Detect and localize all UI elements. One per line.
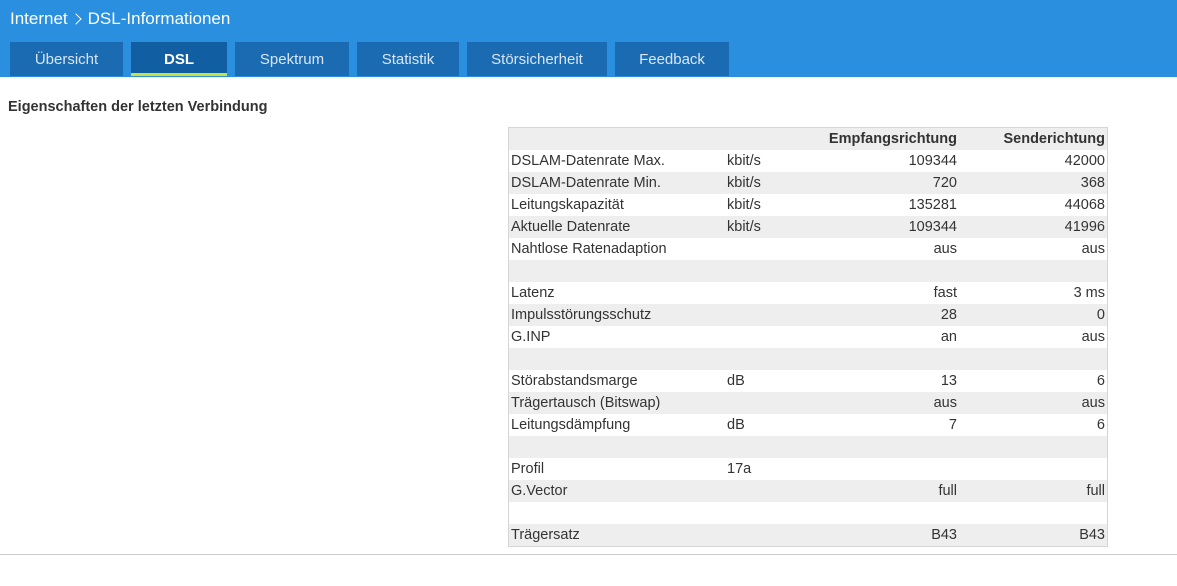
row-value-rx: 720: [932, 175, 957, 191]
row-value-rx: B43: [931, 527, 957, 543]
row-label: Trägertausch (Bitswap): [511, 395, 661, 411]
tab-uebersicht[interactable]: Übersicht: [10, 42, 123, 76]
table-row: Störabstandsmarge dB 13 6: [509, 370, 1107, 392]
table-row: DSLAM-Datenrate Min. kbit/s 720 368: [509, 172, 1107, 194]
chevron-right-icon: [69, 13, 82, 25]
row-label: Störabstandsmarge: [511, 373, 638, 389]
row-value-tx: full: [1086, 483, 1105, 499]
row-value-tx: 368: [1080, 175, 1105, 191]
table-row: [509, 260, 1107, 282]
tab-statistik[interactable]: Statistik: [357, 42, 459, 76]
row-unit: kbit/s: [727, 175, 761, 191]
row-value-tx: 0: [1096, 307, 1105, 323]
row-value-rx: 7: [948, 417, 957, 433]
row-unit: kbit/s: [727, 153, 761, 169]
row-label: Impulsstörungsschutz: [511, 307, 652, 323]
row-value-rx: full: [938, 483, 957, 499]
table-row: [509, 348, 1107, 370]
table-row: DSLAM-Datenrate Max. kbit/s 109344 42000: [509, 150, 1107, 172]
row-value-rx: 109344: [908, 219, 957, 235]
row-value-tx: 44068: [1064, 197, 1105, 213]
table-header-row: Empfangsrichtung Senderichtung: [509, 128, 1107, 150]
tab-stoersicherheit[interactable]: Störsicherheit: [467, 42, 607, 76]
row-value-rx: 13: [940, 373, 957, 389]
row-value-tx: 41996: [1064, 219, 1105, 235]
table-row: Aktuelle Datenrate kbit/s 109344 41996: [509, 216, 1107, 238]
table-row: Leitungsdämpfung dB 7 6: [509, 414, 1107, 436]
row-value-tx: 42000: [1064, 153, 1105, 169]
tab-spektrum[interactable]: Spektrum: [235, 42, 349, 76]
row-value-rx: an: [940, 329, 957, 345]
row-label: DSLAM-Datenrate Max.: [511, 153, 665, 169]
table-row: Latenz fast 3 ms: [509, 282, 1107, 304]
tab-dsl[interactable]: DSL: [131, 42, 227, 76]
table-row: [509, 502, 1107, 524]
row-value-rx: aus: [933, 241, 957, 257]
section-title: Eigenschaften der letzten Verbindung: [8, 99, 268, 115]
row-value-tx: 6: [1096, 417, 1105, 433]
dsl-info-table: Empfangsrichtung Senderichtung DSLAM-Dat…: [508, 127, 1108, 547]
row-value-tx: aus: [1081, 395, 1105, 411]
table-row: Nahtlose Ratenadaption aus aus: [509, 238, 1107, 260]
row-value-tx: 3 ms: [1073, 285, 1105, 301]
row-label: G.INP: [511, 329, 551, 345]
column-header-tx: Senderichtung: [1003, 131, 1105, 147]
row-value-rx: 28: [940, 307, 957, 323]
breadcrumb-current: DSL-Informationen: [87, 9, 231, 28]
row-value-tx: B43: [1079, 527, 1105, 543]
breadcrumb: Internet DSL-Informationen: [10, 8, 230, 30]
row-unit: dB: [727, 417, 745, 433]
row-label: Nahtlose Ratenadaption: [511, 241, 667, 257]
tab-feedback[interactable]: Feedback: [615, 42, 729, 76]
row-unit: dB: [727, 373, 745, 389]
header-bar: Internet DSL-Informationen Übersicht DSL…: [0, 0, 1177, 77]
row-value-rx: aus: [933, 395, 957, 411]
row-label: DSLAM-Datenrate Min.: [511, 175, 661, 191]
row-label: Profil: [511, 461, 545, 477]
row-unit: 17a: [727, 461, 752, 477]
column-header-rx: Empfangsrichtung: [828, 131, 957, 147]
breadcrumb-parent-link[interactable]: Internet: [10, 9, 68, 29]
table-row: Trägersatz B43 B43: [509, 524, 1107, 546]
table-row: Profil 17a: [509, 458, 1107, 480]
table-row: Impulsstörungsschutz 28 0: [509, 304, 1107, 326]
row-label: Leitungskapazität: [511, 197, 624, 213]
row-label: Latenz: [511, 285, 555, 301]
row-value-rx: 135281: [908, 197, 957, 213]
row-value-rx: 109344: [908, 153, 957, 169]
row-value-tx: aus: [1081, 329, 1105, 345]
row-label: Leitungsdämpfung: [511, 417, 631, 433]
row-label: Aktuelle Datenrate: [511, 219, 631, 235]
table-row: Leitungskapazität kbit/s 135281 44068: [509, 194, 1107, 216]
row-unit: kbit/s: [727, 219, 761, 235]
table-row: G.INP an aus: [509, 326, 1107, 348]
row-value-rx: fast: [933, 285, 957, 301]
row-label: G.Vector: [511, 483, 568, 499]
row-value-tx: aus: [1081, 241, 1105, 257]
row-value-tx: 6: [1096, 373, 1105, 389]
footer-divider: [0, 554, 1177, 555]
table-row: Trägertausch (Bitswap) aus aus: [509, 392, 1107, 414]
row-unit: kbit/s: [727, 197, 761, 213]
table-row: [509, 436, 1107, 458]
row-label: Trägersatz: [511, 527, 580, 543]
table-row: G.Vector full full: [509, 480, 1107, 502]
